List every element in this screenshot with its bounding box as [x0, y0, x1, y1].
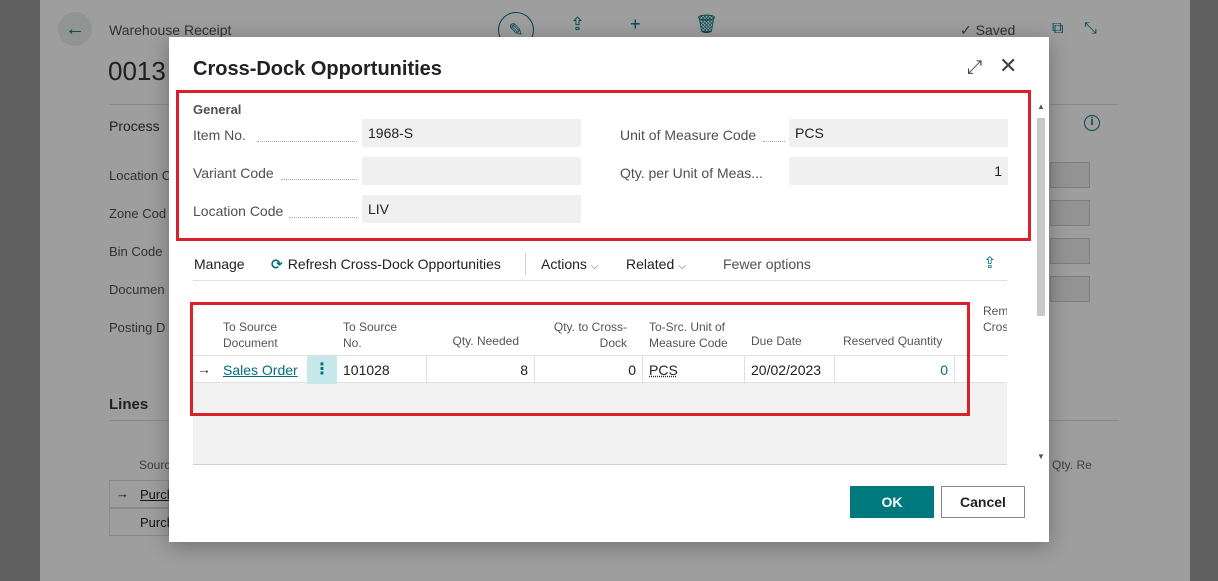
cross-dock-dialog: Cross-Dock Opportunities ⤢ ✕ ▲ ▼ General…: [169, 37, 1049, 542]
cancel-button[interactable]: Cancel: [941, 486, 1025, 518]
scrollbar[interactable]: ▲ ▼: [1035, 100, 1047, 465]
related-menu[interactable]: Related ⌵: [626, 256, 686, 272]
refresh-label: Refresh Cross-Dock Opportunities: [287, 256, 501, 272]
fewer-options-button[interactable]: Fewer options: [723, 256, 811, 272]
refresh-icon: ⟳: [271, 256, 283, 272]
scroll-down-icon[interactable]: ▼: [1037, 452, 1045, 461]
highlight-box-grid: [190, 302, 970, 416]
actions-menu[interactable]: Actions ⌵: [541, 256, 599, 272]
dialog-title: Cross-Dock Opportunities: [193, 58, 442, 80]
column-header-rem-cross[interactable]: Rem. Cros: [983, 303, 1007, 335]
scroll-thumb[interactable]: [1037, 118, 1045, 316]
ok-button[interactable]: OK: [850, 486, 934, 518]
manage-menu[interactable]: Manage: [194, 256, 245, 272]
close-icon[interactable]: ✕: [999, 53, 1017, 79]
related-label: Related: [626, 256, 675, 272]
chevron-down-icon: ⌵: [678, 261, 686, 272]
refresh-button[interactable]: ⟳ Refresh Cross-Dock Opportunities: [271, 256, 501, 273]
scroll-up-icon[interactable]: ▲: [1037, 102, 1045, 111]
highlight-box-general: [176, 90, 1031, 241]
chevron-down-icon: ⌵: [590, 261, 599, 272]
action-bar: Manage ⟳ Refresh Cross-Dock Opportunities…: [193, 245, 1007, 281]
expand-icon[interactable]: ⤢: [967, 57, 982, 79]
actions-label: Actions: [541, 256, 587, 272]
divider: [525, 253, 526, 275]
share-icon[interactable]: ⇪: [983, 253, 996, 273]
